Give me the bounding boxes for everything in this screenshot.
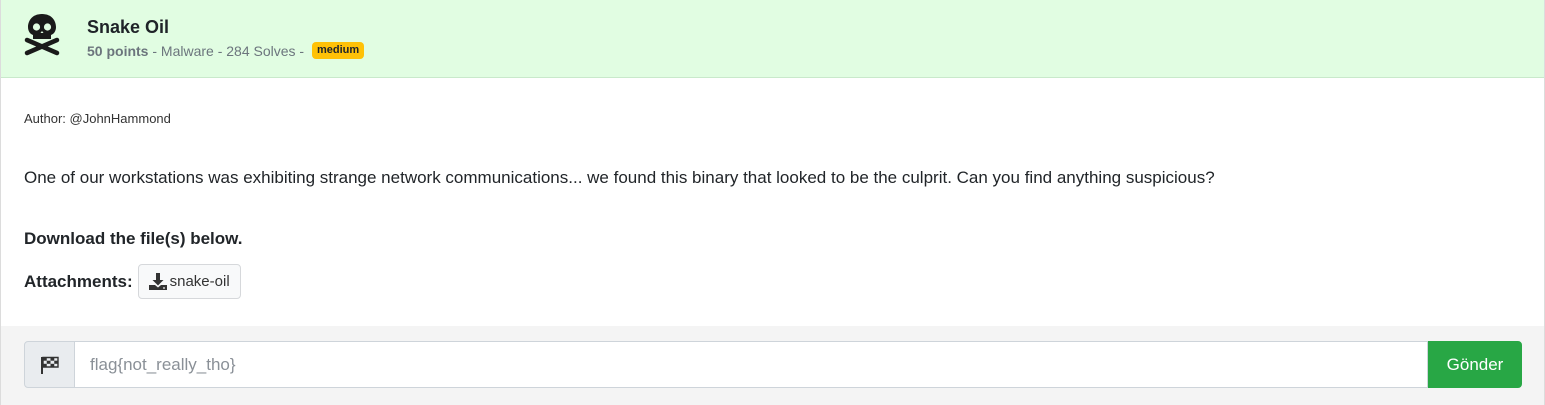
challenge-category-solves: - Malware - 284 Solves - <box>148 42 308 59</box>
challenge-description: One of our workstations was exhibiting s… <box>24 168 1215 187</box>
flag-checkered-icon <box>40 356 59 374</box>
challenge-meta: 50 points - Malware - 284 Solves - mediu… <box>87 42 365 59</box>
attachments-label: Attachments: <box>24 271 133 291</box>
flag-input-group: Gönder <box>24 341 1522 388</box>
download-icon <box>148 273 167 290</box>
challenge-author: Author: @JohnHammond <box>24 111 171 126</box>
attachment-download-button[interactable]: snake-oil <box>137 264 241 299</box>
submit-flag-button[interactable]: Gönder <box>1428 341 1522 388</box>
challenge-header: Snake Oil 50 points - Malware - 284 Solv… <box>1 0 1544 78</box>
skull-crossbones-icon <box>24 14 60 56</box>
difficulty-badge: medium <box>311 42 365 59</box>
flag-addon <box>24 341 75 388</box>
attachments-row: Attachments: snake-oil <box>24 264 241 299</box>
download-heading: Download the file(s) below. <box>24 229 243 248</box>
challenge-body: Author: @JohnHammond One of our workstat… <box>1 78 1544 326</box>
attachment-filename: snake-oil <box>169 273 230 290</box>
challenge-title: Snake Oil <box>87 17 170 37</box>
challenge-card: Snake Oil 50 points - Malware - 284 Solv… <box>0 0 1545 405</box>
flag-input[interactable] <box>75 341 1428 388</box>
flag-submit-area: Gönder <box>1 326 1544 405</box>
challenge-points: 50 points <box>87 42 149 59</box>
